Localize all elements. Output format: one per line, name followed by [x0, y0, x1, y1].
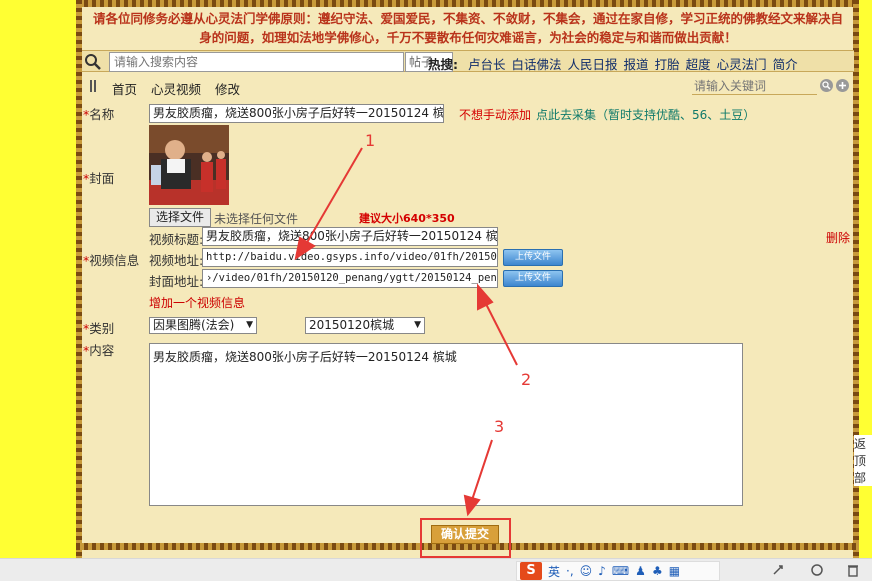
skin-icon[interactable]: ♟ — [635, 564, 646, 578]
taskbar: S 英 ·, ☺ ♪ ⌨ ♟ ♣ ▦ — [0, 558, 872, 581]
toolbox-icon[interactable]: ▦ — [669, 564, 680, 578]
keyboard-icon[interactable]: ⌨ — [612, 564, 629, 578]
annotation-1: 1 — [365, 131, 376, 150]
rocket-icon[interactable] — [771, 563, 785, 577]
annotation-3: 3 — [494, 417, 505, 436]
refresh-icon[interactable] — [810, 563, 824, 577]
emoji-icon[interactable]: ☺ — [580, 564, 593, 578]
sogou-logo-icon[interactable]: S — [520, 562, 542, 580]
top-link[interactable]: 顶部 — [854, 452, 872, 486]
trash-icon[interactable] — [846, 563, 860, 577]
ime-language-toggle[interactable]: 英 — [548, 563, 560, 580]
annotation-2: 2 — [521, 370, 532, 389]
punctuation-icon[interactable]: ·, — [566, 564, 574, 578]
shirt-icon[interactable]: ♣ — [652, 564, 663, 578]
microphone-icon[interactable]: ♪ — [598, 564, 606, 578]
ime-toolbar: S 英 ·, ☺ ♪ ⌨ ♟ ♣ ▦ — [516, 561, 720, 581]
annotation-arrows — [294, 147, 518, 517]
